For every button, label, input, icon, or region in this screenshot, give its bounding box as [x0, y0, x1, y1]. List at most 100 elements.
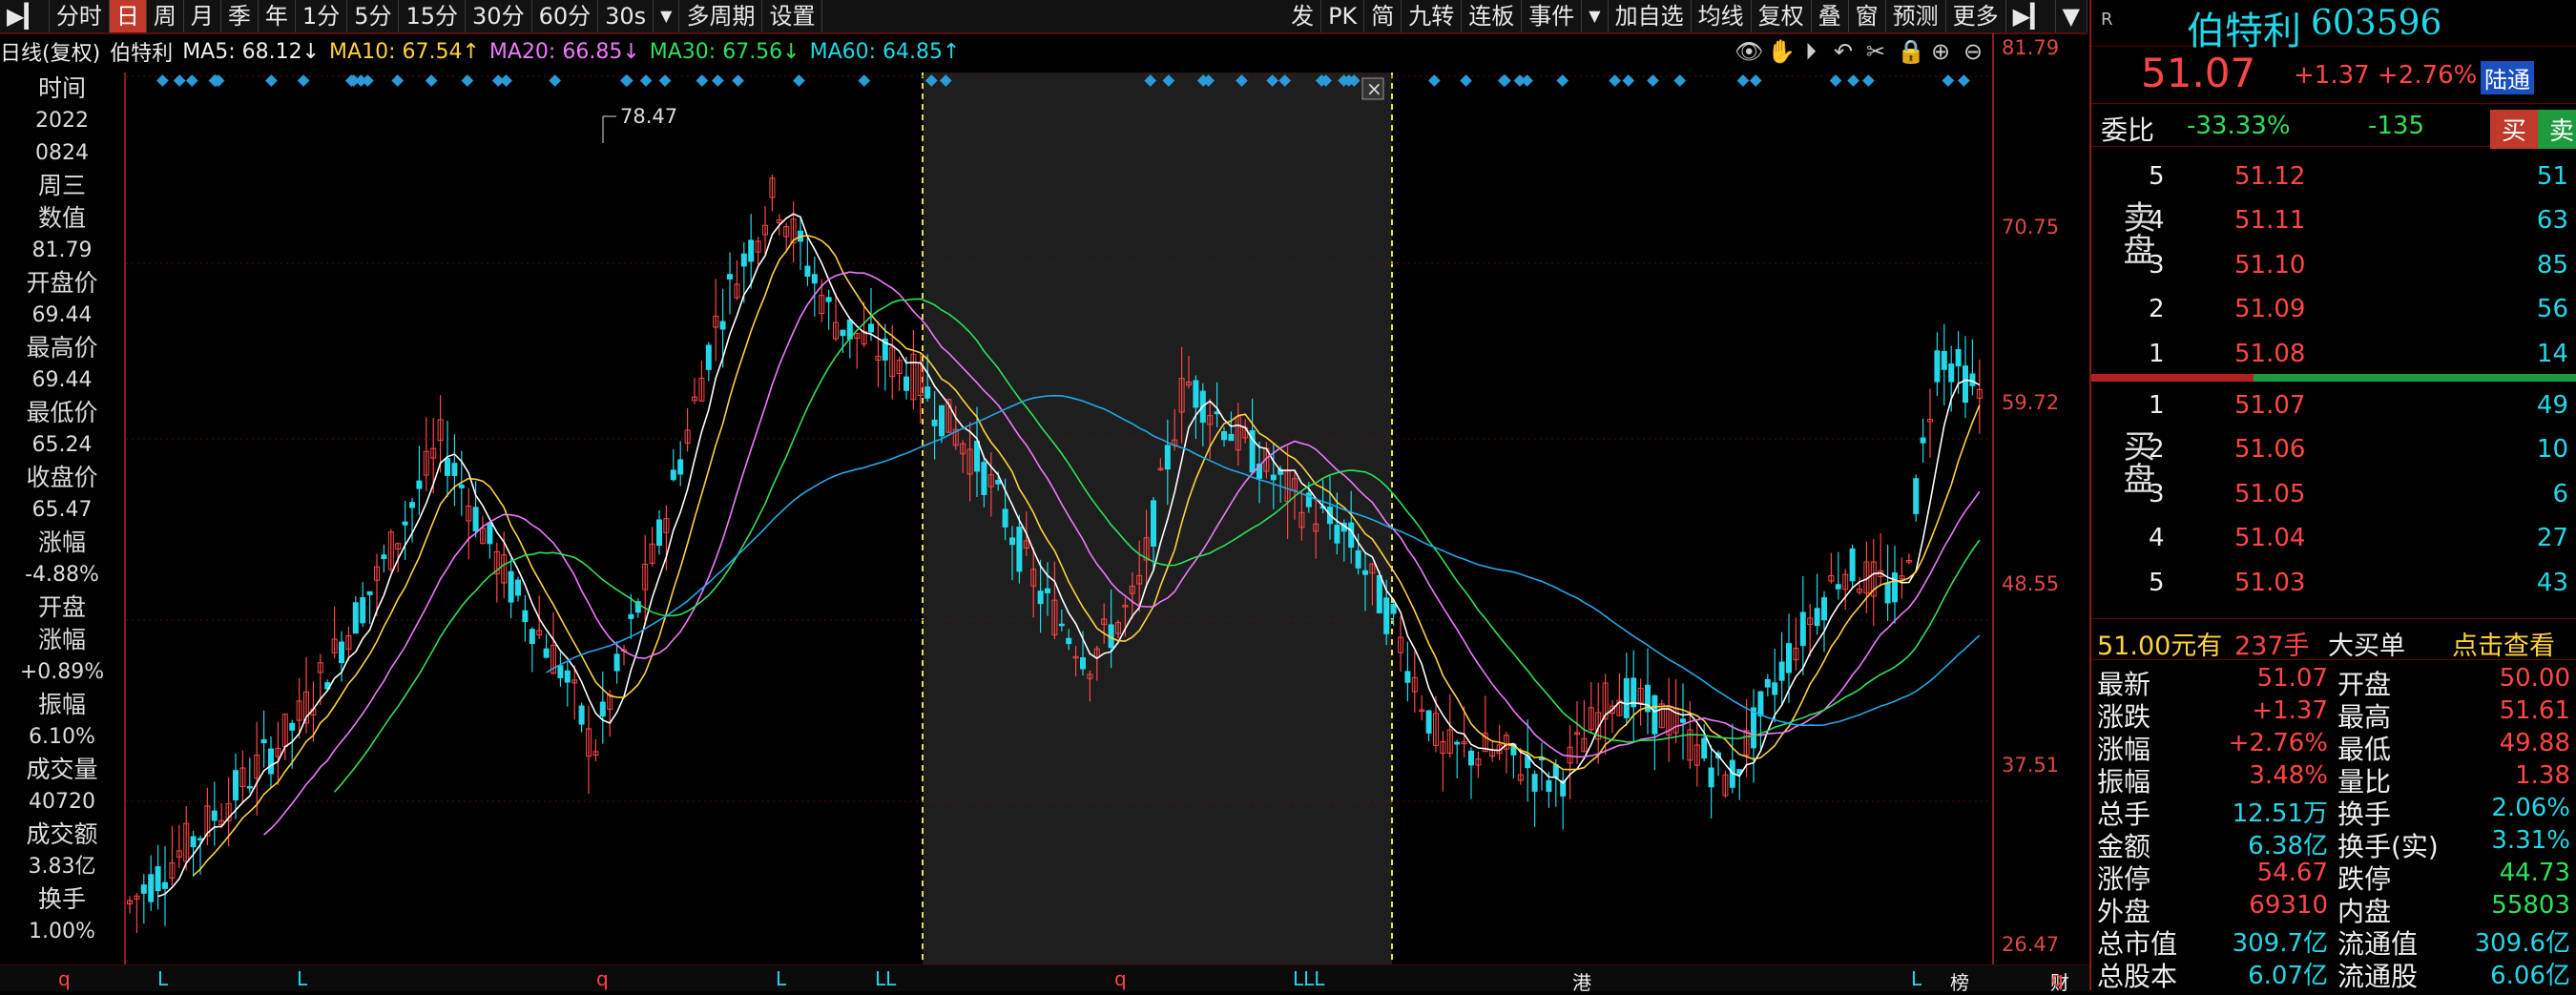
zoom-in-icon[interactable]: ⊕ [1929, 38, 1952, 65]
expand-panel-icon[interactable]: ▶▎ [2006, 0, 2056, 32]
event-marker[interactable]: L [776, 967, 786, 990]
period-tab-9[interactable]: 30分 [466, 0, 532, 32]
tool-button-8[interactable]: 复权 [1752, 0, 1812, 32]
candle-body [670, 469, 676, 481]
tool-button-10[interactable]: 窗 [1849, 0, 1886, 32]
info-cell: 40720 [29, 790, 95, 814]
bid-volume: 6 [2552, 479, 2568, 508]
candle-body [1799, 612, 1806, 647]
tool-button-9[interactable]: 叠 [1812, 0, 1849, 32]
event-marker[interactable]: q [2051, 967, 2064, 990]
ma10-label[interactable]: MA10: 67.54↑ [329, 40, 480, 64]
tool-button-3[interactable]: 九转 [1402, 0, 1463, 32]
period-tab-4[interactable]: 季 [221, 0, 259, 32]
candle-body [1037, 591, 1044, 605]
hk-connect-badge[interactable]: 陆通 [2481, 61, 2534, 94]
tool-button-6[interactable]: 加自选 [1609, 0, 1692, 32]
eye-icon[interactable]: 👁 [1735, 38, 1763, 65]
period-tab-5[interactable]: 年 [259, 0, 296, 32]
tool-button-7[interactable]: 均线 [1692, 0, 1752, 32]
info-cell: 0824 [35, 141, 89, 165]
info-cell: 成交量 [26, 756, 98, 783]
tool-button-4[interactable]: 连板 [1462, 0, 1523, 32]
ma60-label[interactable]: MA60: 64.85↑ [810, 40, 961, 64]
stat-value: +2.76% [2228, 729, 2328, 757]
tool-button-11[interactable]: 预测 [1886, 0, 1946, 32]
info-cell: 69.44 [31, 303, 93, 327]
price-axis-label: 70.75 [2002, 216, 2060, 238]
event-marker[interactable]: q [596, 967, 609, 990]
event-marker[interactable]: LL [875, 967, 896, 990]
bid-level: 4 [2149, 524, 2165, 553]
candle-body [1355, 549, 1361, 569]
zoom-out-icon[interactable]: ⊖ [1962, 38, 1984, 65]
period-tab-11[interactable]: 30s [598, 0, 654, 32]
tool-button-5[interactable]: 事件 [1522, 0, 1583, 32]
panel-toggle-icon[interactable]: ▶▎ [0, 0, 50, 32]
bid-volume: 43 [2536, 568, 2568, 597]
stock-name-label: 伯特利 [110, 42, 174, 66]
candle-body [1270, 474, 1277, 481]
hand-icon[interactable]: ✋ [1767, 38, 1796, 65]
kline-chart[interactable]: 78.47 × [126, 73, 1992, 964]
stat-value: 2.06% [2491, 794, 2570, 822]
big-order-link[interactable]: 点击查看 [2452, 625, 2555, 662]
event-marker[interactable]: q [1114, 967, 1127, 990]
stat-value: 6.07亿 [2248, 962, 2328, 990]
chevron-down-icon[interactable]: ▼ [654, 0, 680, 32]
ma20-label[interactable]: MA20: 66.85↓ [489, 40, 640, 64]
buy-button[interactable]: 买 [2490, 110, 2539, 149]
chevron-down-icon[interactable]: ▼ [2056, 0, 2088, 32]
period-tab-12[interactable]: 多周期 [679, 0, 763, 32]
weibi-value: -33.33% [2187, 112, 2291, 140]
period-tab-6[interactable]: 1分 [296, 0, 348, 32]
play-icon[interactable]: ⏵ [1799, 38, 1822, 65]
candle-body [1955, 349, 1962, 367]
period-tab-7[interactable]: 5分 [347, 0, 400, 32]
candle-body [352, 602, 359, 634]
price-axis-label: 37.51 [2002, 754, 2060, 777]
event-marker[interactable]: q [58, 967, 71, 990]
scissors-icon[interactable]: ✂ [1864, 38, 1887, 65]
event-marker[interactable]: LLL [1293, 967, 1324, 990]
bid-price: 51.05 [2234, 479, 2306, 508]
stat-key: 流通股 [2337, 961, 2419, 992]
candle-body [1348, 522, 1355, 549]
event-marker[interactable]: L [297, 967, 307, 990]
candle-body [1920, 437, 1926, 444]
lock-icon[interactable]: 🔒 [1897, 38, 1925, 65]
period-tab-0[interactable]: 分时 [50, 0, 110, 32]
tool-button-1[interactable]: PK [1321, 0, 1365, 32]
replay-icon[interactable]: ↶ [1832, 38, 1855, 65]
bid-price: 51.07 [2234, 391, 2306, 420]
info-cell: 涨幅 [37, 626, 86, 653]
buy-side-label: 买盘 [2105, 429, 2155, 494]
info-cell: 65.24 [31, 433, 93, 457]
event-marker[interactable]: 榜 [1950, 967, 1969, 995]
sell-button[interactable]: 卖 [2538, 110, 2576, 149]
period-tab-8[interactable]: 15分 [399, 0, 467, 32]
big-order-qty: 237手 [2234, 632, 2310, 661]
candle-body [1552, 764, 1559, 778]
chevron-down-icon[interactable]: ▼ [1582, 0, 1609, 32]
tool-button-0[interactable]: 发 [1284, 0, 1322, 32]
tool-button-2[interactable]: 简 [1364, 0, 1402, 32]
candle-body [1892, 572, 1898, 603]
candle-body [260, 738, 267, 744]
price-change: +1.37 [2294, 61, 2370, 90]
period-tab-13[interactable]: 设置 [762, 0, 823, 32]
tool-button-12[interactable]: 更多 [1946, 0, 2006, 32]
peak-price-label: 78.47 [620, 105, 677, 128]
period-tab-2[interactable]: 周 [147, 0, 184, 32]
period-tab-1[interactable]: 日 [109, 0, 147, 32]
bid-price: 51.04 [2234, 524, 2306, 553]
ma5-label[interactable]: MA5: 68.12↓ [182, 40, 320, 64]
chart-type-label[interactable]: 日线(复权) [0, 36, 100, 67]
event-marker[interactable]: L [1911, 967, 1922, 990]
ma30-label[interactable]: MA30: 67.56↓ [650, 40, 800, 64]
event-marker[interactable]: 港 [1572, 967, 1591, 995]
candle-body [656, 519, 662, 546]
period-tab-10[interactable]: 60分 [532, 0, 599, 32]
period-tab-3[interactable]: 月 [184, 0, 221, 32]
event-marker[interactable]: L [157, 967, 168, 990]
